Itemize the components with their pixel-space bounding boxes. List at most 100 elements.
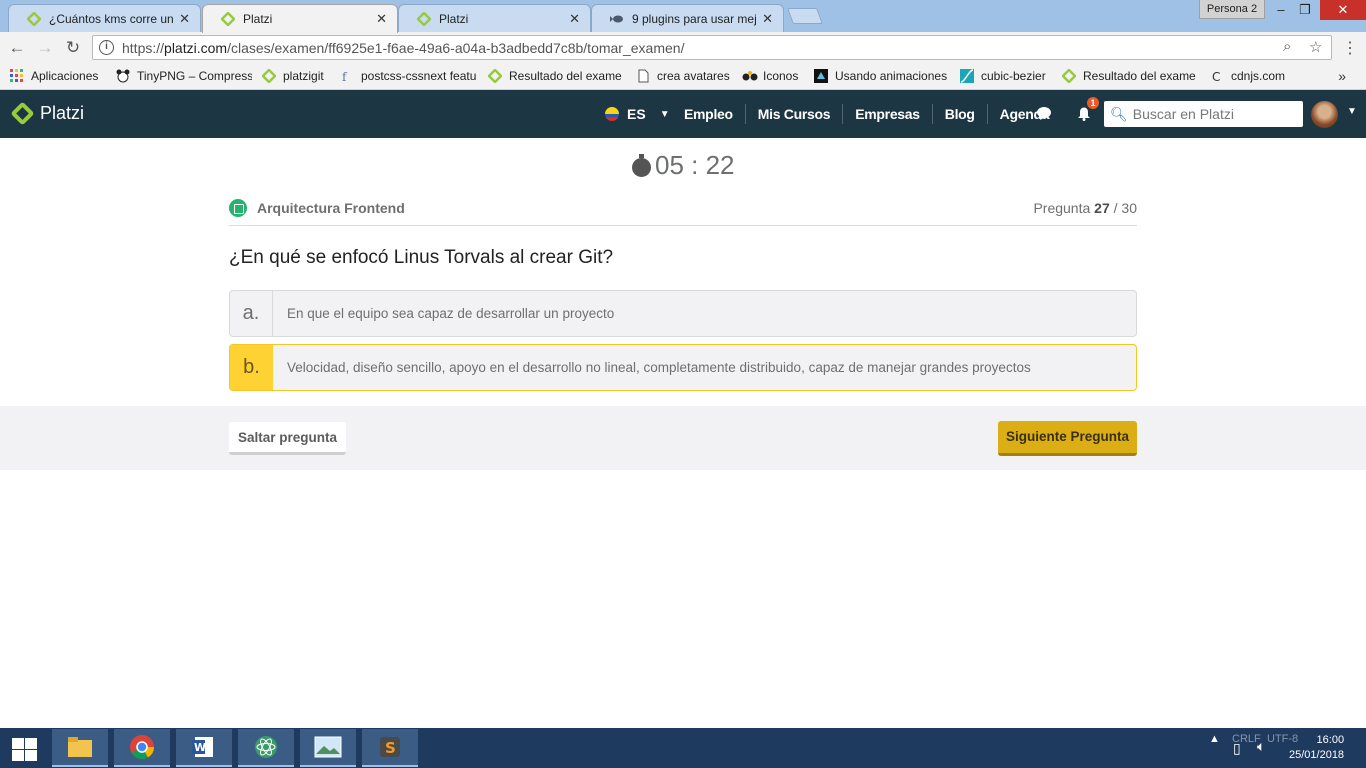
course-name: Arquitectura Frontend (257, 200, 405, 216)
exam-timer: 05 : 22 (632, 150, 735, 181)
bookmark-item[interactable]: Iconos (742, 69, 804, 83)
main-nav: Empleo Mis Cursos Empresas Blog Agenda (672, 90, 1061, 138)
chevron-down-icon: ▼ (659, 108, 670, 120)
bookmark-item[interactable]: crea avatares (636, 69, 732, 83)
search-icon: 🔍︎ (1110, 105, 1128, 122)
tab-close-icon[interactable]: ✕ (569, 11, 580, 27)
search-placeholder: Buscar en Platzi (1132, 106, 1234, 122)
nav-empresas[interactable]: Empresas (843, 104, 933, 124)
taskbar: W S (0, 728, 1366, 768)
tab-title: Platzi (243, 12, 273, 26)
address-bar[interactable]: i https://platzi.com/clases/examen/ff692… (92, 35, 1332, 60)
nav-blog[interactable]: Blog (933, 104, 988, 124)
window-close-icon[interactable]: ✕ (1320, 0, 1366, 20)
forward-arrow-icon[interactable]: → (34, 37, 56, 59)
bookmark-item[interactable]: Resultado del exame (1062, 69, 1200, 83)
cdnjs-icon: C (1210, 69, 1224, 83)
tab-close-icon[interactable]: ✕ (179, 11, 190, 27)
course-badge-icon (229, 199, 247, 217)
url-prefix: https:// (122, 39, 165, 56)
volume-icon[interactable]: 🔈︎ (1257, 738, 1265, 755)
platzi-favicon-icon (220, 11, 236, 27)
bookmark-item[interactable]: TinyPNG – Compress (116, 69, 252, 83)
question-text: ¿En qué se enfocó Linus Torvals al crear… (229, 247, 614, 268)
platzi-favicon-icon (488, 69, 503, 83)
url-host: platzi.com (164, 39, 228, 56)
bookmark-item[interactable]: cubic-bezier (960, 69, 1052, 83)
photos-icon[interactable] (300, 729, 356, 767)
chevron-down-icon[interactable]: ▼ (1347, 106, 1357, 117)
divider (229, 225, 1137, 226)
platzi-favicon-icon (416, 10, 432, 27)
answer-text: Velocidad, diseño sencillo, apoyo en el … (287, 360, 1031, 375)
bookmark-apps[interactable]: Aplicaciones (10, 69, 106, 83)
bookmark-item[interactable]: f postcss-cssnext featu (340, 69, 478, 83)
new-tab-button[interactable] (787, 8, 823, 24)
answer-option-b[interactable]: b. Velocidad, diseño sencillo, apoyo en … (229, 344, 1137, 391)
zoom-icon[interactable]: ⌕ (1283, 38, 1291, 55)
animation-icon (814, 69, 828, 83)
browser-tab[interactable]: Platzi ✕ (398, 4, 591, 32)
svg-text:C: C (1212, 70, 1220, 83)
cubic-bezier-icon (960, 69, 974, 83)
windows-start-icon[interactable] (8, 736, 38, 762)
platzi-logo-icon (10, 101, 35, 126)
browser-toolbar: ← → ↻ i https://platzi.com/clases/examen… (0, 32, 1366, 63)
network-icon[interactable]: ▯ (1233, 740, 1241, 757)
bookmark-item[interactable]: Resultado del exame (488, 69, 626, 83)
iconos-icon (742, 69, 758, 83)
system-clock[interactable]: 16:00 25/01/2018 (1289, 733, 1344, 763)
avatar[interactable] (1311, 101, 1338, 128)
browser-tab[interactable]: ¿Cuántos kms corre una p ✕ (8, 4, 201, 32)
language-selector[interactable]: ES ▼ (605, 90, 670, 138)
bookmarks-bar: Aplicaciones TinyPNG – Compress platzigi… (0, 63, 1366, 90)
atom-icon[interactable] (238, 729, 294, 767)
next-question-button[interactable]: Siguiente Pregunta (998, 421, 1137, 456)
colombia-flag-icon (605, 107, 619, 121)
tray-chevron-icon[interactable]: ▲ (1209, 733, 1220, 745)
answer-letter: a. (230, 291, 273, 336)
postcss-icon: f (340, 69, 354, 83)
browser-tab[interactable]: 9 plugins para usar mejo ✕ (591, 4, 784, 32)
panda-icon (116, 69, 130, 83)
nav-empleo[interactable]: Empleo (672, 104, 746, 124)
bookmark-item[interactable]: C cdnjs.com (1210, 69, 1300, 83)
file-explorer-icon[interactable] (52, 729, 108, 767)
chrome-icon[interactable] (114, 729, 170, 767)
notifications-icon[interactable] (1077, 106, 1091, 125)
profile-button[interactable]: Persona 2 (1199, 0, 1265, 19)
clock-time: 16:00 (1316, 734, 1345, 746)
document-icon (636, 69, 650, 83)
maximize-icon[interactable]: ❐ (1290, 0, 1320, 20)
answer-letter: b. (230, 345, 273, 390)
question-current: 27 (1094, 200, 1110, 216)
tab-close-icon[interactable]: ✕ (376, 11, 387, 27)
chat-bubble-icon[interactable] (1036, 106, 1052, 125)
svg-text:W: W (194, 741, 206, 754)
bookmark-item[interactable]: Usando animaciones (814, 69, 950, 83)
tab-title: ¿Cuántos kms corre una p (49, 11, 174, 26)
word-icon[interactable]: W (176, 729, 232, 767)
more-bookmarks-icon[interactable]: » (1338, 68, 1346, 84)
skip-question-button[interactable]: Saltar pregunta (229, 422, 346, 455)
sublime-text-icon[interactable]: S (362, 729, 418, 767)
language-label: ES (627, 106, 646, 122)
platzi-favicon-icon (1062, 69, 1077, 83)
apps-grid-icon (10, 69, 24, 83)
site-search-input[interactable]: 🔍︎ Buscar en Platzi (1104, 101, 1303, 127)
reload-icon[interactable]: ↻ (62, 37, 84, 59)
browser-menu-icon[interactable]: ⋮ (1342, 38, 1358, 58)
platzi-logo[interactable]: Platzi (10, 101, 84, 126)
fish-favicon-icon (610, 12, 624, 26)
platzi-favicon-icon (26, 10, 42, 27)
stopwatch-icon (632, 153, 651, 177)
browser-tab-active[interactable]: Platzi ✕ (202, 4, 398, 33)
nav-mis-cursos[interactable]: Mis Cursos (746, 104, 844, 124)
bookmark-item[interactable]: platzigit (262, 69, 330, 83)
bookmark-star-icon[interactable]: ☆ (1309, 38, 1322, 56)
back-arrow-icon[interactable]: ← (6, 37, 28, 59)
answer-option-a[interactable]: a. En que el equipo sea capaz de desarro… (229, 290, 1137, 337)
tab-close-icon[interactable]: ✕ (762, 11, 773, 27)
exam-actions-bar (0, 406, 1366, 470)
site-info-icon[interactable]: i (99, 40, 114, 55)
